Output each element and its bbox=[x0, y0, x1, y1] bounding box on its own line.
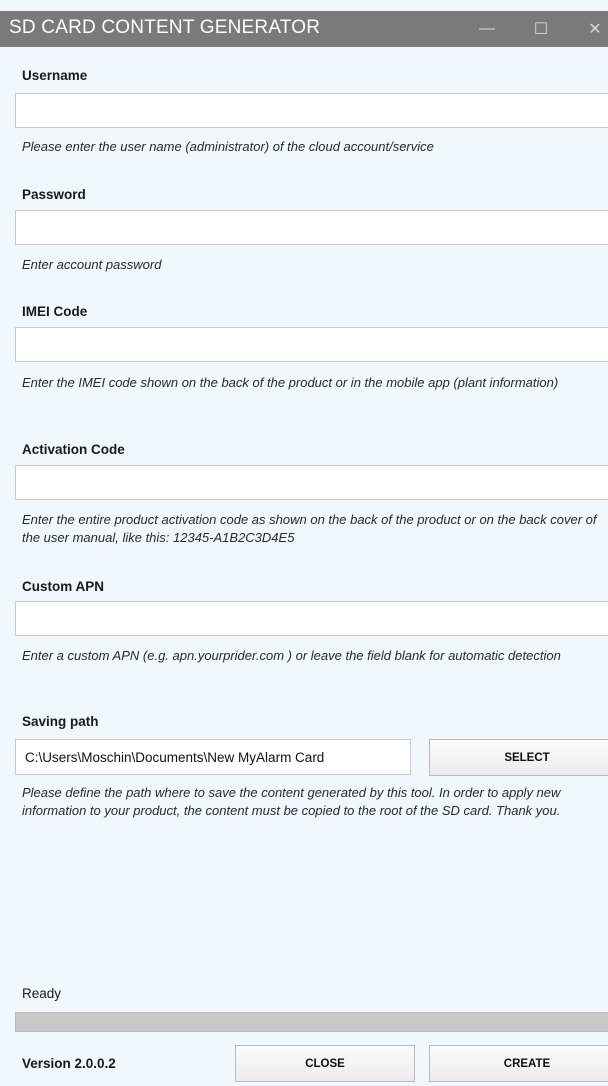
minimize-icon: — bbox=[479, 20, 495, 37]
select-path-button[interactable]: SELECT bbox=[429, 739, 608, 776]
username-label: Username bbox=[22, 68, 88, 83]
saving-path-hint: Please define the path where to save the… bbox=[22, 785, 561, 818]
title-bar[interactable]: SD CARD CONTENT GENERATOR — ☐ ✕ bbox=[0, 11, 608, 47]
custom-apn-label: Custom APN bbox=[22, 579, 105, 594]
app-window: SD CARD CONTENT GENERATOR — ☐ ✕ Username… bbox=[0, 0, 608, 1086]
imei-hint: Enter the IMEI code shown on the back of… bbox=[22, 375, 559, 390]
close-icon: ✕ bbox=[588, 21, 602, 38]
password-label: Password bbox=[22, 187, 86, 202]
imei-label: IMEI Code bbox=[22, 304, 88, 319]
create-button[interactable]: CREATE bbox=[429, 1045, 608, 1082]
saving-path-label: Saving path bbox=[22, 714, 99, 729]
progress-bar bbox=[15, 1012, 608, 1032]
username-hint: Please enter the user name (administrato… bbox=[22, 139, 434, 154]
window-title: SD CARD CONTENT GENERATOR bbox=[9, 17, 321, 38]
maximize-button[interactable]: ☐ bbox=[518, 11, 564, 47]
maximize-icon: ☐ bbox=[533, 21, 549, 38]
password-hint: Enter account password bbox=[22, 257, 162, 272]
activation-code-label: Activation Code bbox=[22, 442, 125, 457]
version-label: Version 2.0.0.2 bbox=[22, 1056, 116, 1071]
saving-path-input[interactable] bbox=[15, 739, 411, 775]
status-text: Ready bbox=[22, 986, 62, 1001]
username-input[interactable] bbox=[15, 93, 608, 128]
custom-apn-hint: Enter a custom APN (e.g. apn.yourprider.… bbox=[22, 648, 561, 663]
close-button[interactable]: CLOSE bbox=[235, 1045, 415, 1082]
minimize-button[interactable]: — bbox=[464, 11, 510, 47]
custom-apn-input[interactable] bbox=[15, 601, 608, 636]
activation-code-input[interactable] bbox=[15, 465, 608, 500]
imei-input[interactable] bbox=[15, 327, 608, 362]
activation-code-hint: Enter the entire product activation code… bbox=[22, 512, 597, 545]
close-window-button[interactable]: ✕ bbox=[572, 11, 608, 47]
password-input[interactable] bbox=[15, 210, 608, 245]
